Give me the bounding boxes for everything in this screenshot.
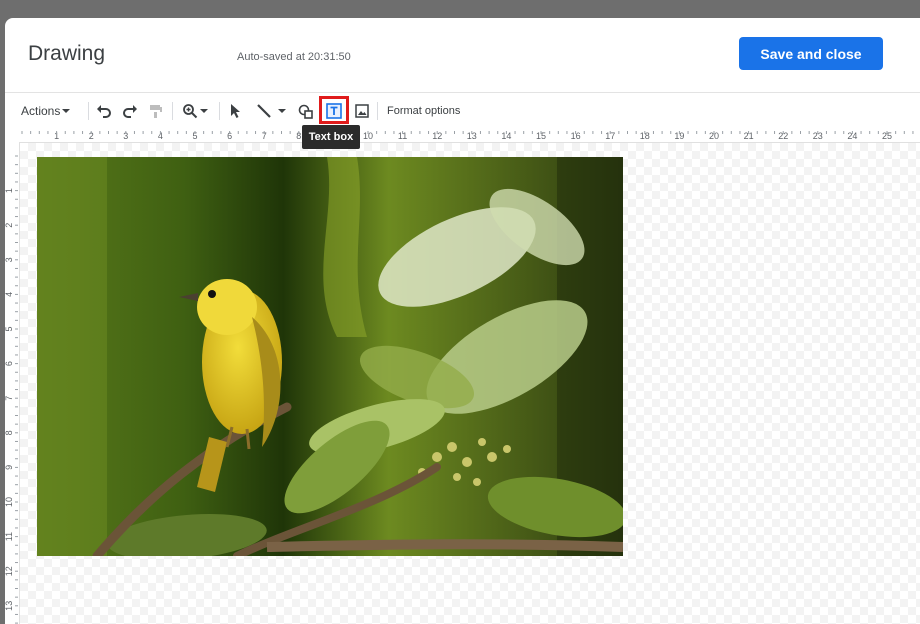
ruler-number: 9 xyxy=(5,465,14,470)
ruler-number: 13 xyxy=(5,601,14,611)
line-tool-button[interactable] xyxy=(251,93,291,129)
image-tool-button[interactable] xyxy=(352,93,372,129)
toolbar-divider xyxy=(88,102,89,120)
dropdown-arrow-icon xyxy=(278,109,286,113)
ruler-number: 5 xyxy=(5,326,14,331)
paint-format-button[interactable] xyxy=(145,93,167,129)
paint-format-icon xyxy=(150,105,162,118)
canvas-image[interactable] xyxy=(37,157,623,556)
select-icon xyxy=(231,104,240,118)
undo-icon xyxy=(97,105,111,118)
save-and-close-button[interactable]: Save and close xyxy=(739,37,883,70)
shape-tool-button[interactable] xyxy=(295,93,317,129)
zoom-button[interactable] xyxy=(178,93,212,129)
drawing-dialog: Drawing Auto-saved at 20:31:50 Save and … xyxy=(5,18,920,624)
bird-photo xyxy=(37,157,623,556)
actions-menu[interactable]: Actions xyxy=(21,93,71,129)
redo-button[interactable] xyxy=(119,93,141,129)
shape-icon xyxy=(298,104,313,119)
horizontal-ruler-graphic: 1234567891011121314151617181920212223242… xyxy=(21,131,914,141)
text-box-tooltip: Text box xyxy=(302,125,360,149)
toolbar-divider xyxy=(219,102,220,120)
ruler-number: 12 xyxy=(5,566,14,576)
dropdown-arrow-icon xyxy=(62,109,71,113)
line-icon xyxy=(257,104,271,118)
ruler-number: 2 xyxy=(5,223,14,228)
ruler-number: 3 xyxy=(5,257,14,262)
autosave-status: Auto-saved at 20:31:50 xyxy=(237,51,351,63)
ruler-number: 8 xyxy=(5,430,14,435)
undo-button[interactable] xyxy=(93,93,115,129)
ruler-number: 6 xyxy=(5,361,14,366)
ruler-number: 7 xyxy=(5,396,14,401)
ruler-number: 1 xyxy=(5,188,14,193)
dropdown-arrow-icon xyxy=(200,109,208,113)
horizontal-ruler: 1234567891011121314151617181920212223242… xyxy=(5,128,920,143)
select-tool-button[interactable] xyxy=(226,93,246,129)
toolbar-divider xyxy=(172,102,173,120)
zoom-icon xyxy=(183,104,198,119)
ruler-number: 10 xyxy=(5,497,14,507)
vertical-ruler: 1 2 3 4 5 6 7 8 9 10 11 12 13 xyxy=(5,142,20,624)
dialog-header: Drawing Auto-saved at 20:31:50 Save and … xyxy=(5,18,920,90)
image-icon xyxy=(355,104,369,118)
format-options-button[interactable]: Format options xyxy=(387,93,460,129)
ruler-number: 4 xyxy=(5,292,14,297)
text-box-highlight xyxy=(319,96,349,124)
toolbar-divider xyxy=(377,102,378,120)
redo-icon xyxy=(123,105,137,118)
actions-label: Actions xyxy=(21,104,61,118)
dialog-title: Drawing xyxy=(28,42,106,65)
vertical-ruler-graphic: 12345678910111213 xyxy=(5,155,18,624)
ruler-number: 11 xyxy=(5,532,14,541)
toolbar: Actions Format options xyxy=(5,92,920,129)
